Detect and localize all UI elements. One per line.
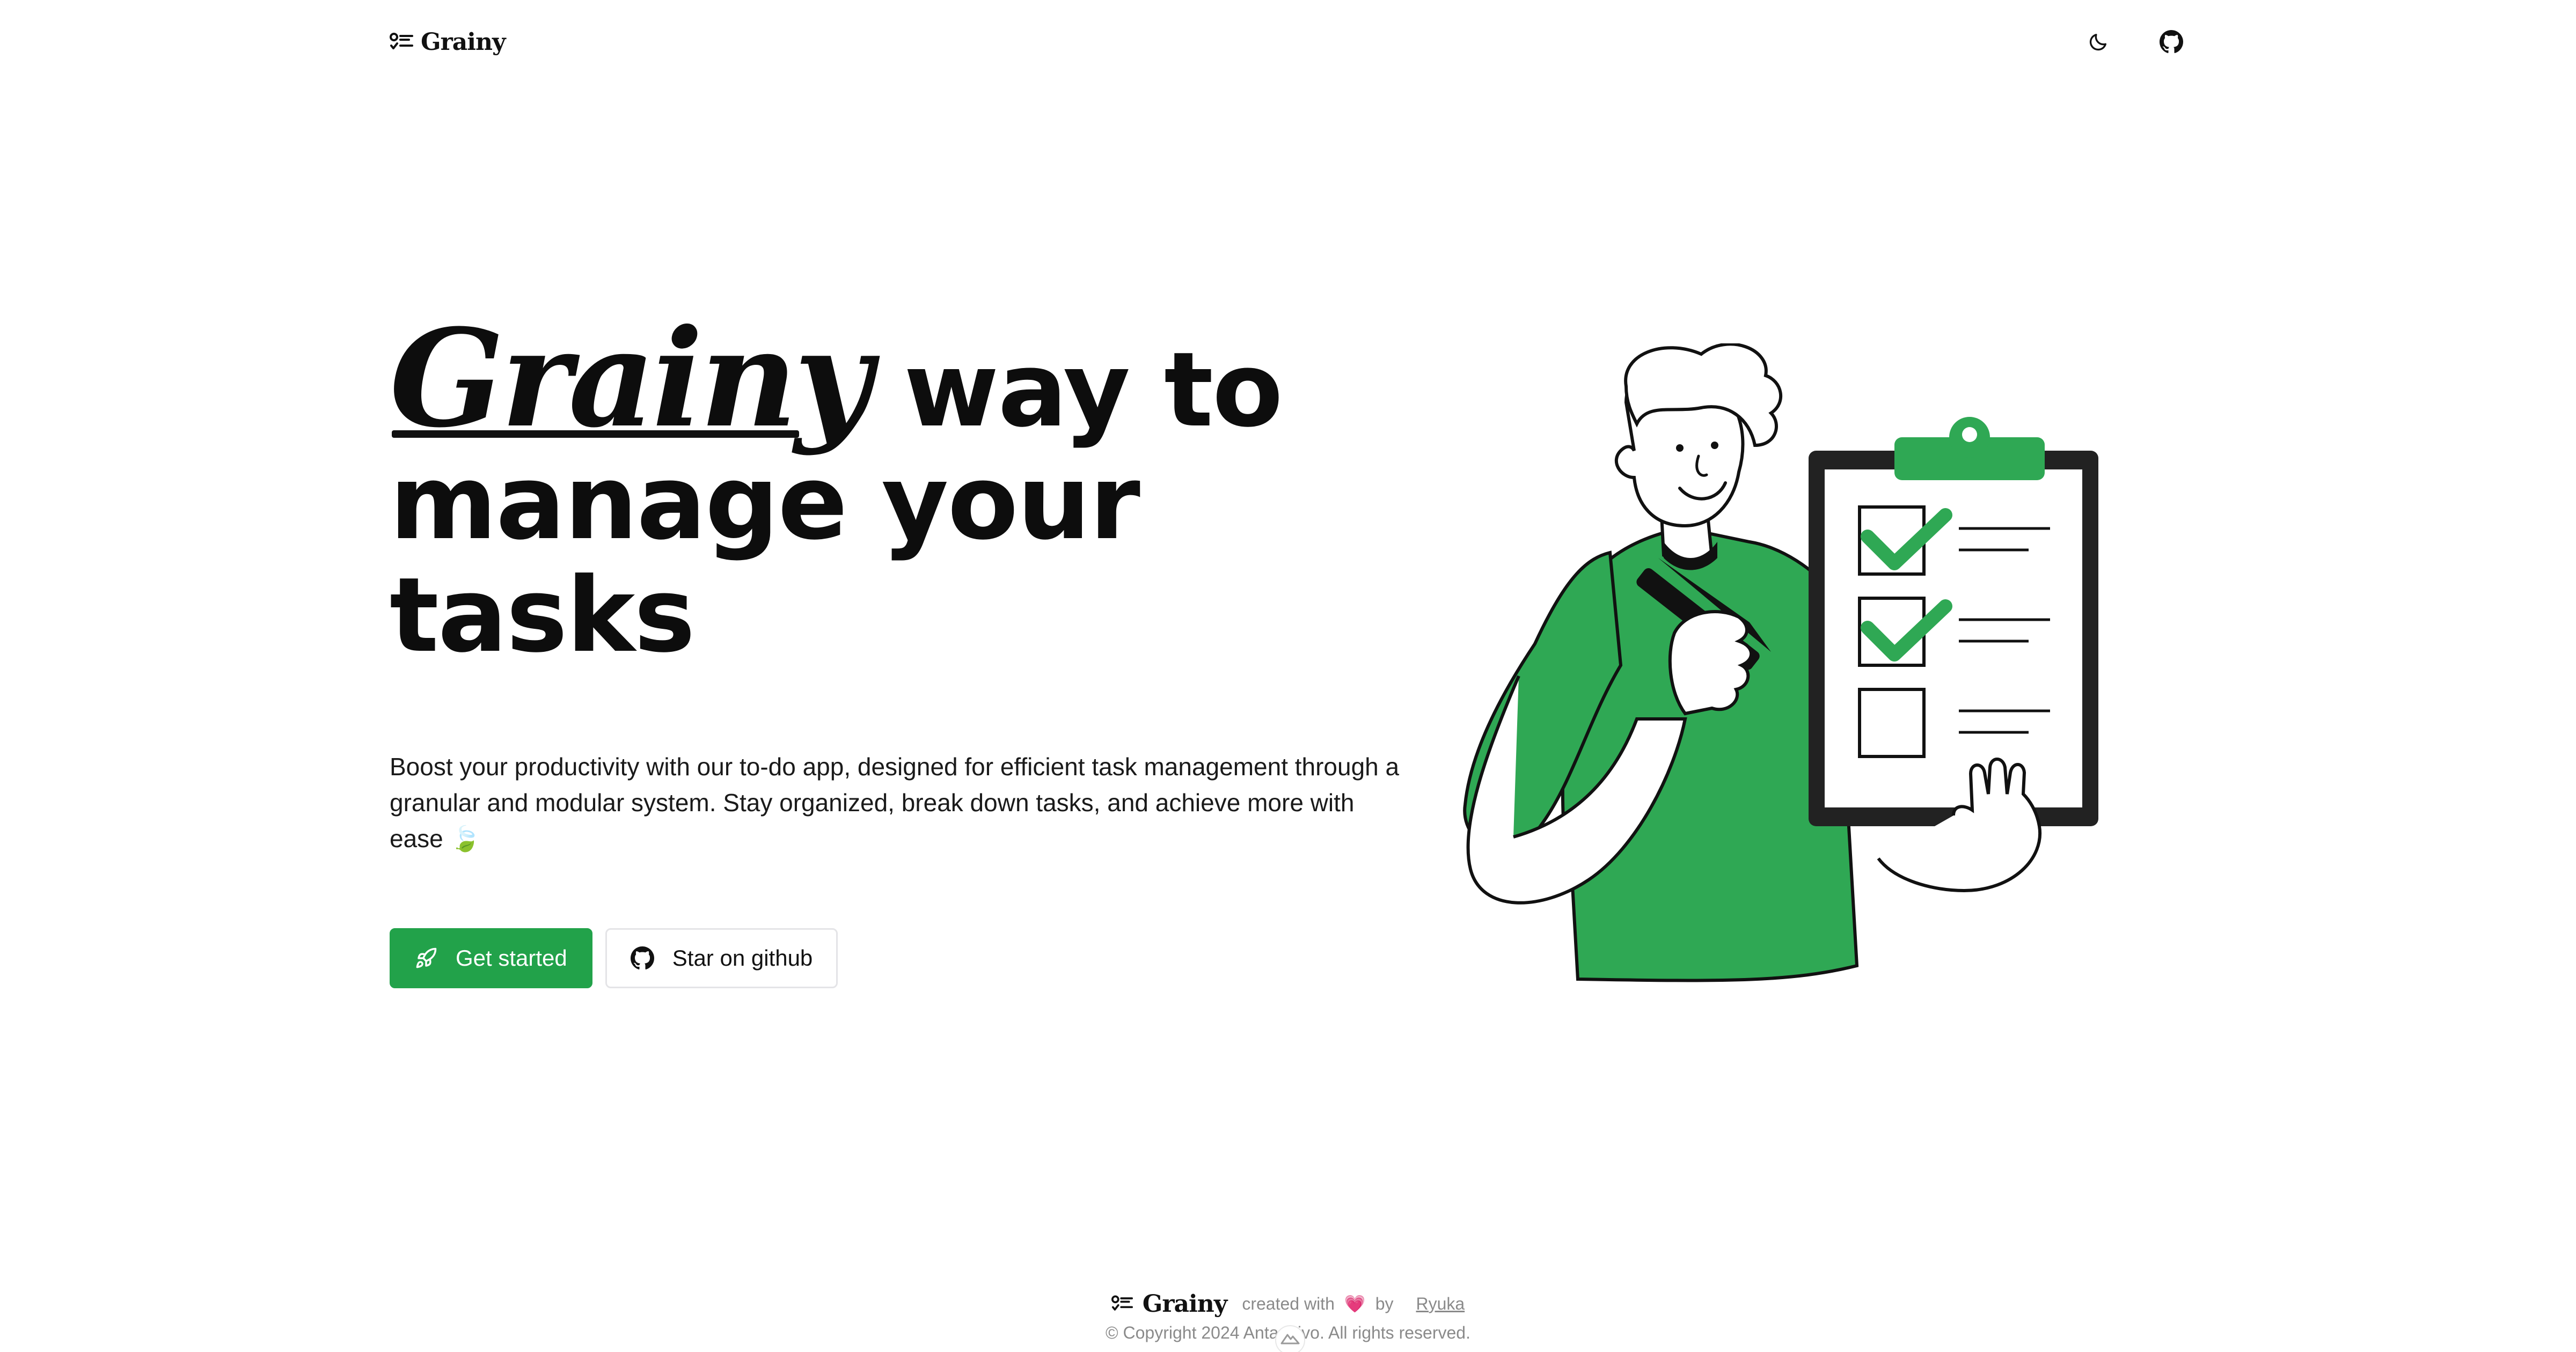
cta-buttons: Get started Star on github <box>390 928 838 988</box>
header-actions <box>2083 23 2186 61</box>
star-on-github-button[interactable]: Star on github <box>605 928 838 988</box>
footer-logo-text: Grainy <box>1142 1290 1228 1318</box>
get-started-button[interactable]: Get started <box>390 928 592 988</box>
github-icon <box>630 946 654 969</box>
hero-title-brand: Grainy <box>390 299 872 457</box>
hero-description: Boost your productivity with our to-do a… <box>390 753 1400 853</box>
eye-right <box>1711 442 1718 449</box>
footer-by: by <box>1375 1294 1394 1313</box>
author-link[interactable]: Ryuka <box>1416 1294 1465 1314</box>
site-footer: Grainy created with 💗 by Ryuka © Copyrig… <box>0 1288 2576 1352</box>
footer-credits: Grainy created with 💗 by Ryuka <box>0 1288 2576 1320</box>
moon-icon <box>2089 34 2106 51</box>
header-logo[interactable]: Grainy <box>390 23 506 61</box>
footer-created-with: created with <box>1242 1294 1335 1313</box>
hero-title-line2: manage your <box>390 443 1140 563</box>
hero-title-line3: tasks <box>390 556 696 675</box>
checkbox-3 <box>1858 688 1926 758</box>
github-link-button[interactable] <box>2156 27 2186 57</box>
mountain-icon <box>1280 1334 1300 1344</box>
github-icon <box>2160 30 2183 53</box>
eye-left <box>1676 444 1684 452</box>
floating-nav-button[interactable] <box>1275 1325 1305 1352</box>
list-check-icon <box>390 33 413 49</box>
hero-title: Grainy way to manage your tasks <box>390 299 1452 675</box>
site-header: Grainy <box>390 23 2186 61</box>
get-started-label: Get started <box>456 945 567 971</box>
theme-toggle-button[interactable] <box>2083 27 2113 57</box>
hero-title-line1: way to <box>869 330 1283 450</box>
list-check-icon <box>1111 1295 1133 1311</box>
rocket-icon <box>416 947 437 968</box>
person-with-checklist-illustration <box>1463 343 2098 982</box>
logo-text: Grainy <box>421 28 506 56</box>
star-on-github-label: Star on github <box>672 945 813 971</box>
clipboard-clip-hole <box>1962 427 1977 442</box>
heart-icon: 💗 <box>1344 1294 1366 1313</box>
